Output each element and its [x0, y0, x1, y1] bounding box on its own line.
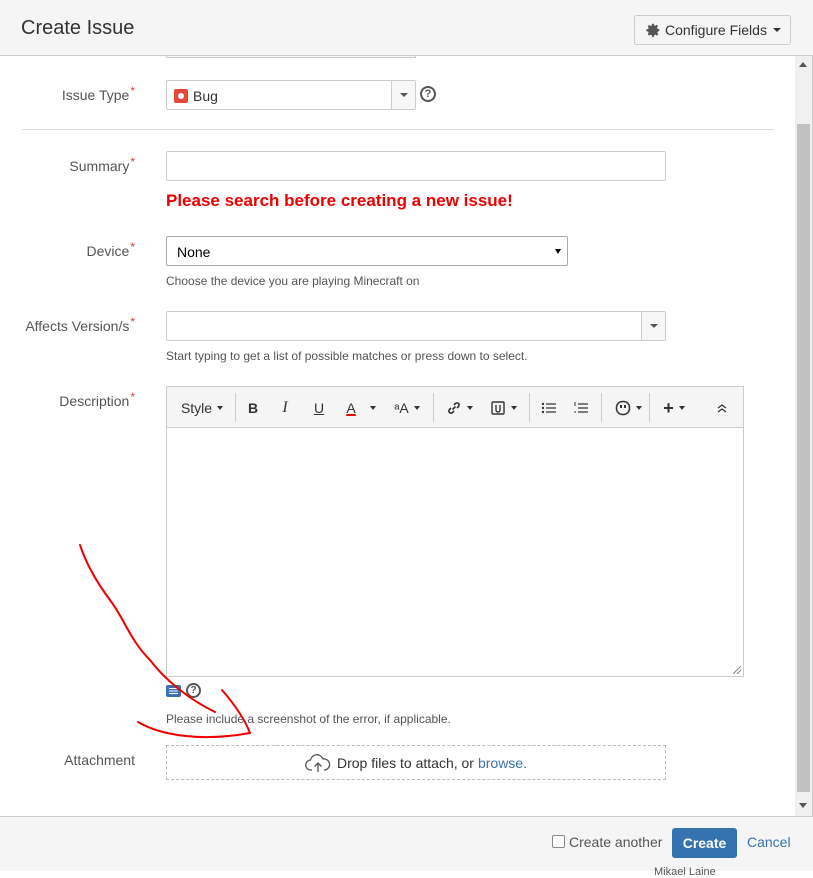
resize-handle[interactable] [733, 666, 741, 674]
device-hint: Choose the device you are playing Minecr… [166, 274, 420, 288]
dialog-title: Create Issue [21, 17, 135, 39]
style-dropdown[interactable]: Style [177, 396, 227, 420]
create-another-checkbox[interactable] [552, 835, 565, 848]
description-editor[interactable]: Style B I U A ᵃA + [166, 386, 744, 677]
chevron-down-icon [649, 324, 658, 328]
scroll-thumb[interactable] [797, 124, 810, 792]
affects-version-input[interactable] [166, 311, 666, 341]
create-issue-dialog: Create Issue Configure Fields Issue Type… [0, 0, 813, 878]
italic-button[interactable]: I [275, 396, 295, 420]
collapse-icon [717, 404, 727, 413]
attachment-label: Attachment [64, 752, 135, 768]
numbered-list-icon [574, 402, 588, 413]
attachment-button[interactable] [485, 396, 521, 420]
dialog-body[interactable]: Issue Type* Bug ? Summary* Please search… [0, 56, 795, 816]
emoticon-button[interactable] [611, 396, 645, 420]
issue-type-select[interactable]: Bug [166, 80, 416, 110]
editor-mode-icons: ? [166, 683, 201, 698]
dialog-footer: Create another Create Cancel [0, 816, 813, 871]
paperclip-icon [490, 401, 505, 415]
issue-type-label: Issue Type* [61, 84, 135, 103]
emoticon-icon [615, 400, 630, 416]
description-hint: Please include a screenshot of the error… [166, 712, 451, 726]
chevron-down-icon [555, 249, 561, 254]
dialog-header: Create Issue Configure Fields [0, 0, 813, 56]
summary-label: Summary* [69, 155, 135, 174]
editor-toolbar: Style B I U A ᵃA + [167, 387, 743, 428]
gear-icon [646, 23, 660, 37]
numbered-list-button[interactable] [571, 396, 591, 420]
cloud-upload-icon [305, 753, 331, 772]
cutoff-text: Mikael Laine [654, 866, 716, 878]
help-icon[interactable]: ? [420, 86, 436, 102]
affects-version-hint: Start typing to get a list of possible m… [166, 349, 528, 363]
device-label: Device* [86, 240, 135, 259]
affects-version-label: Affects Version/s* [25, 315, 135, 334]
insert-button[interactable]: + [657, 396, 691, 420]
affects-version-dropdown-button[interactable] [641, 312, 665, 340]
search-warning: Please search before creating a new issu… [166, 191, 513, 210]
wiki-markup-icon[interactable] [166, 684, 181, 697]
device-value: None [177, 244, 211, 260]
required-marker: * [130, 315, 135, 329]
required-marker: * [130, 240, 135, 254]
attachment-dropzone[interactable]: Drop files to attach, or browse. [166, 745, 666, 780]
bug-icon [174, 89, 188, 103]
issue-type-dropdown-button[interactable] [391, 81, 415, 109]
create-another-label[interactable]: Create another [569, 834, 662, 850]
link-button[interactable] [441, 396, 477, 420]
bullet-list-icon [541, 402, 556, 414]
scroll-down-arrow-icon[interactable] [799, 803, 807, 808]
help-icon[interactable]: ? [186, 683, 201, 698]
link-icon [447, 402, 460, 414]
configure-fields-button[interactable]: Configure Fields [634, 15, 791, 45]
vertical-scrollbar[interactable] [795, 56, 812, 816]
bullet-list-button[interactable] [539, 396, 559, 420]
browse-link[interactable]: browse. [478, 755, 527, 771]
summary-input[interactable] [166, 151, 666, 181]
text-color-button[interactable]: A [341, 396, 361, 420]
required-marker: * [130, 390, 135, 404]
required-marker: * [130, 84, 135, 98]
scroll-up-arrow-icon[interactable] [799, 62, 807, 67]
collapse-toolbar-button[interactable] [713, 396, 731, 420]
underline-button[interactable]: U [309, 396, 329, 420]
bold-button[interactable]: B [243, 396, 263, 420]
issue-type-value: Bug [193, 88, 218, 104]
text-effects-button[interactable]: ᵃA [389, 396, 425, 420]
description-label: Description* [59, 390, 135, 409]
chevron-down-icon [399, 93, 408, 97]
cancel-link[interactable]: Cancel [747, 834, 791, 850]
device-select[interactable]: None [166, 236, 568, 266]
chevron-down-icon [772, 28, 781, 32]
required-marker: * [130, 155, 135, 169]
project-field-partial [166, 56, 416, 58]
text-color-dropdown[interactable] [367, 396, 379, 420]
divider [22, 129, 774, 130]
create-button[interactable]: Create [672, 828, 737, 858]
attachment-drop-text: Drop files to attach, or [337, 754, 474, 771]
configure-fields-label: Configure Fields [665, 22, 767, 38]
